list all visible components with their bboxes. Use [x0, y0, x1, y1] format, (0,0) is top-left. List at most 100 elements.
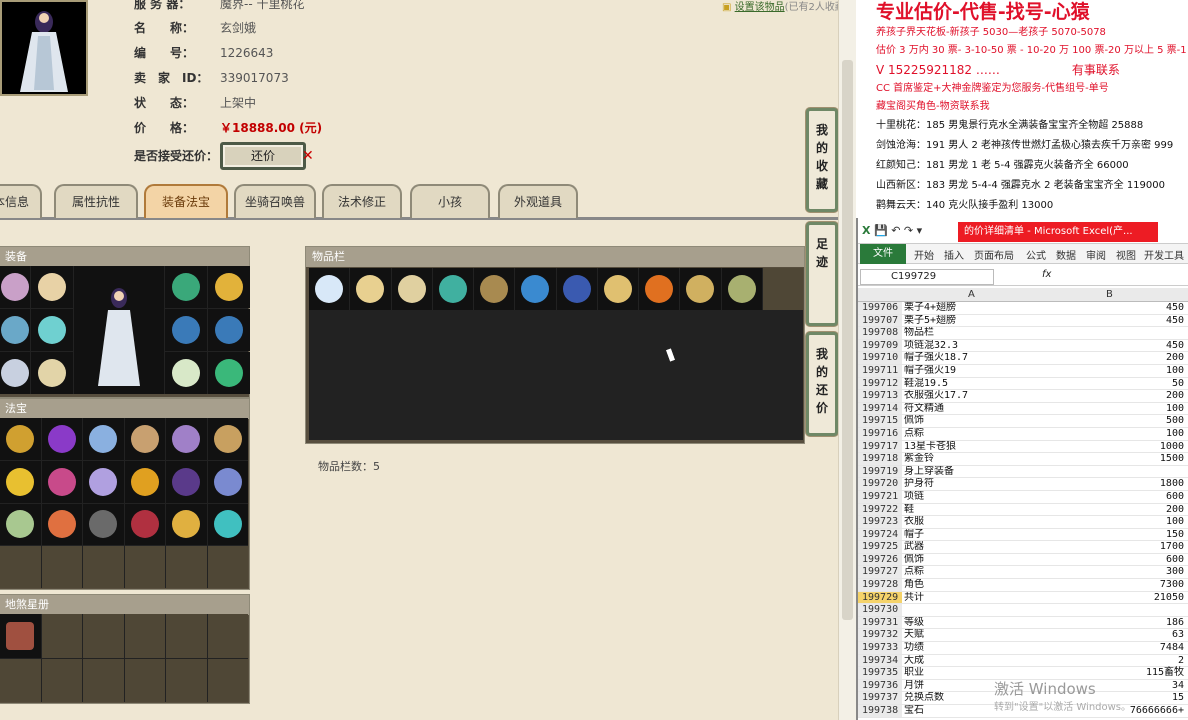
inventory-slot[interactable]: [515, 268, 556, 311]
scrollbar-thumb[interactable]: [842, 60, 853, 620]
row-number[interactable]: 199714: [858, 402, 902, 415]
favorite-link[interactable]: ▣ 设置该物品(已有2人收藏): [722, 0, 838, 13]
cell-a[interactable]: 帽子强火19: [904, 365, 1042, 378]
tab-view[interactable]: 视图: [1116, 247, 1136, 262]
equip-slot[interactable]: [0, 309, 30, 351]
cell-b[interactable]: 450: [1042, 340, 1184, 353]
cell-b[interactable]: 7300: [1042, 579, 1184, 592]
equip-slot[interactable]: [0, 352, 30, 394]
row-number[interactable]: 199732: [858, 629, 902, 642]
fx-icon[interactable]: fx: [1042, 269, 1051, 280]
equip-slot[interactable]: [165, 352, 207, 394]
star-slot[interactable]: [207, 614, 248, 658]
star-slot[interactable]: [41, 614, 82, 658]
sheet-row[interactable]: 199727 点粽 300: [858, 566, 1188, 580]
row-number[interactable]: 199727: [858, 566, 902, 579]
inventory-slot[interactable]: [639, 268, 680, 311]
cell-b[interactable]: 450: [1042, 315, 1184, 328]
cell-a[interactable]: 护身符: [904, 478, 1042, 491]
fabao-slot[interactable]: [41, 546, 82, 588]
tab-appearance[interactable]: 外观道具: [498, 184, 578, 218]
cell-a[interactable]: 佩饰: [904, 415, 1042, 428]
cell-b[interactable]: 500: [1042, 415, 1184, 428]
sheet-row[interactable]: 199709 项链混32.3 450: [858, 339, 1188, 353]
row-number[interactable]: 199712: [858, 377, 902, 390]
cell-b[interactable]: 200: [1042, 390, 1184, 403]
cell-b[interactable]: 100: [1042, 516, 1184, 529]
inventory-slot[interactable]: [762, 268, 803, 311]
sheet-row[interactable]: 199711 帽子强火19 100: [858, 364, 1188, 378]
row-number[interactable]: 199731: [858, 616, 902, 629]
row-number[interactable]: 199719: [858, 465, 902, 478]
equip-slot[interactable]: [165, 266, 207, 308]
row-number[interactable]: 199723: [858, 516, 902, 528]
redo-icon[interactable]: ↷: [904, 224, 913, 237]
chevron-down-icon[interactable]: ▾: [917, 224, 923, 237]
cell-a[interactable]: 衣服: [904, 516, 1042, 529]
tab-home[interactable]: 开始: [914, 247, 934, 262]
cell-a[interactable]: 衣服强火17.7: [904, 390, 1042, 403]
cell-b[interactable]: 300: [1042, 566, 1184, 579]
row-number[interactable]: 199720: [858, 478, 902, 490]
fabao-slot[interactable]: [41, 460, 82, 503]
cell-b[interactable]: 600: [1042, 491, 1184, 504]
equip-slot[interactable]: [31, 266, 73, 308]
cell-a[interactable]: 身上穿装备: [904, 466, 1042, 479]
row-number[interactable]: 199715: [858, 415, 902, 427]
cell-a[interactable]: 功绩: [904, 642, 1042, 655]
column-header-a[interactable]: A: [968, 288, 975, 302]
my-favorites-button[interactable]: 我的收藏: [806, 108, 838, 212]
sheet-row[interactable]: 199734 大成 2: [858, 654, 1188, 668]
tab-mounts-pets[interactable]: 坐骑召唤兽: [234, 184, 316, 218]
inventory-slot[interactable]: [432, 268, 473, 311]
fabao-slot[interactable]: [0, 418, 41, 460]
cell-b[interactable]: 50: [1042, 378, 1184, 391]
sheet-row[interactable]: 199732 天赋 63: [858, 629, 1188, 643]
inventory-slot[interactable]: [391, 268, 432, 311]
cell-a[interactable]: 栗子4+翅膀: [904, 302, 1042, 315]
row-number[interactable]: 199726: [858, 553, 902, 566]
row-number[interactable]: 199721: [858, 490, 902, 503]
sheet-row[interactable]: 199708 物品栏: [858, 327, 1188, 340]
sheet-row[interactable]: 199713 衣服强火17.7 200: [858, 390, 1188, 403]
sheet-row[interactable]: 199722 鞋 200: [858, 503, 1188, 517]
star-slot[interactable]: [83, 614, 124, 658]
star-slot[interactable]: [207, 658, 248, 702]
cell-b[interactable]: 1000: [1042, 441, 1184, 454]
row-number[interactable]: 199736: [858, 679, 902, 692]
fabao-slot[interactable]: [83, 418, 124, 460]
sheet-row[interactable]: 199714 符文精通 100: [858, 402, 1188, 416]
row-number[interactable]: 199722: [858, 503, 902, 516]
tab-formulas[interactable]: 公式: [1026, 247, 1046, 262]
tab-data[interactable]: 数据: [1056, 247, 1076, 262]
save-icon[interactable]: 💾: [874, 224, 888, 237]
fabao-slot[interactable]: [207, 503, 248, 546]
cell-a[interactable]: 鞋: [904, 504, 1042, 517]
row-number[interactable]: 199716: [858, 427, 902, 440]
equip-slot[interactable]: [208, 352, 250, 394]
row-number[interactable]: 199709: [858, 339, 902, 352]
fabao-slot[interactable]: [41, 418, 82, 460]
row-number[interactable]: 199718: [858, 453, 902, 465]
row-number[interactable]: 199708: [858, 327, 902, 339]
sheet-row[interactable]: 199725 武器 1700: [858, 541, 1188, 554]
cell-a[interactable]: 栗子5+翅膀: [904, 315, 1042, 328]
row-number[interactable]: 199734: [858, 654, 902, 667]
row-number[interactable]: 199729: [858, 591, 902, 604]
tab-review[interactable]: 审阅: [1086, 247, 1106, 262]
fabao-slot[interactable]: [0, 503, 41, 546]
tab-children[interactable]: 小孩: [410, 184, 490, 218]
fabao-slot[interactable]: [124, 460, 165, 503]
row-number[interactable]: 199707: [858, 314, 902, 327]
quick-access-toolbar[interactable]: X 💾 ↶ ↷ ▾: [862, 224, 922, 237]
row-number[interactable]: 199717: [858, 440, 902, 453]
fabao-slot[interactable]: [166, 546, 207, 588]
cell-a[interactable]: 紫金铃: [904, 453, 1042, 466]
row-number[interactable]: 199735: [858, 667, 902, 679]
row-number[interactable]: 199738: [858, 705, 902, 717]
cell-a[interactable]: 等级: [904, 617, 1042, 630]
cell-b[interactable]: 1800: [1042, 478, 1184, 491]
star-slot[interactable]: [41, 658, 82, 702]
sheet-row[interactable]: 199730: [858, 604, 1188, 617]
cell-a[interactable]: 物品栏: [904, 327, 1042, 340]
